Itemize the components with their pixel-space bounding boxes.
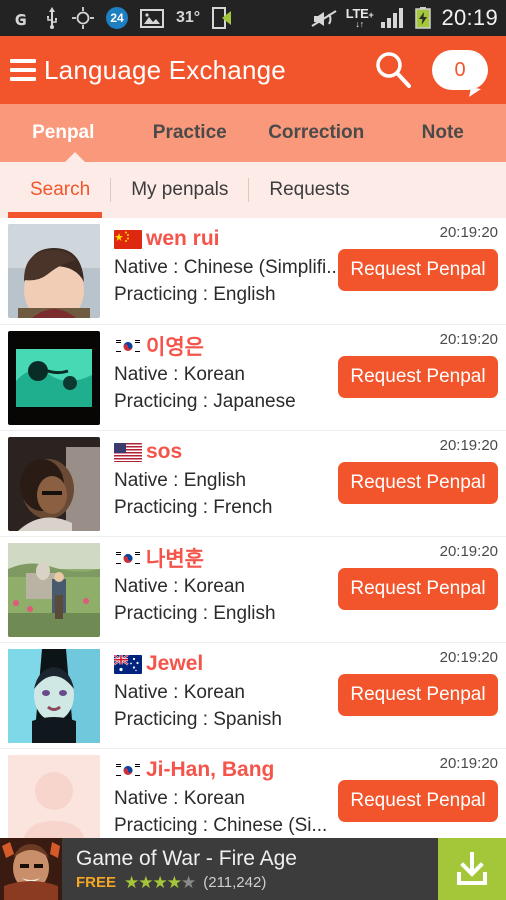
avatar[interactable] bbox=[8, 331, 100, 425]
request-penpal-button[interactable]: Request Penpal bbox=[338, 462, 498, 504]
download-icon[interactable] bbox=[438, 838, 506, 900]
list-item-actions: 20:19:20 Request Penpal bbox=[334, 649, 498, 716]
penpal-name: 나변훈 bbox=[146, 548, 204, 571]
flag-kr-icon bbox=[114, 548, 142, 568]
main-tab-bar: Penpal Practice Correction Note bbox=[0, 104, 506, 163]
lte-plus-icon: LTE+ ↓↑ bbox=[345, 5, 374, 29]
list-item-actions: 20:19:20 Request Penpal bbox=[334, 543, 498, 610]
timestamp: 20:19:20 bbox=[439, 331, 498, 348]
status-clock: 20:19 bbox=[441, 5, 498, 30]
game-of-war-app-icon bbox=[0, 838, 62, 900]
flag-cn-icon bbox=[114, 229, 142, 249]
list-item[interactable]: 나변훈 Native : Korean Practicing : English… bbox=[0, 536, 506, 642]
tab-practice[interactable]: Practice bbox=[127, 122, 254, 144]
list-item-actions: 20:19:20 Request Penpal bbox=[334, 755, 498, 822]
penpal-name: sos bbox=[146, 440, 183, 463]
timestamp: 20:19:20 bbox=[439, 755, 498, 772]
request-penpal-button[interactable]: Request Penpal bbox=[338, 780, 498, 822]
ad-price: FREE bbox=[76, 874, 117, 891]
timestamp: 20:19:20 bbox=[439, 224, 498, 241]
signal-bars-icon bbox=[381, 8, 407, 28]
subtab-search[interactable]: Search bbox=[10, 179, 110, 201]
penpal-name: 이영은 bbox=[146, 336, 204, 359]
vibrate-mute-icon bbox=[310, 8, 338, 28]
temperature-label: 31° bbox=[176, 9, 201, 26]
battery-charging-icon bbox=[415, 7, 432, 29]
app-root: ɢ 24 31° LTE+ ↓↑ 20:19 Language Exchange… bbox=[0, 0, 506, 900]
tab-penpal[interactable]: Penpal bbox=[0, 122, 127, 144]
badge-24-icon: 24 bbox=[106, 7, 128, 29]
avatar[interactable] bbox=[8, 755, 100, 849]
app-bar: Language Exchange 0 bbox=[0, 36, 506, 104]
tab-correction[interactable]: Correction bbox=[253, 122, 380, 144]
ad-subtitle: FREE ★★★★★ (211,242) bbox=[76, 873, 438, 893]
ad-rating-count: (211,242) bbox=[203, 874, 267, 891]
list-item[interactable]: Jewel Native : Korean Practicing : Spani… bbox=[0, 642, 506, 748]
tab-note[interactable]: Note bbox=[380, 122, 506, 144]
penpal-list[interactable]: wen rui Native : Chinese (Simplifi... Pr… bbox=[0, 218, 506, 900]
list-item-actions: 20:19:20 Request Penpal bbox=[334, 331, 498, 398]
list-item[interactable]: 이영은 Native : Korean Practicing : Japanes… bbox=[0, 324, 506, 430]
timestamp: 20:19:20 bbox=[439, 543, 498, 560]
message-bubble-icon[interactable]: 0 bbox=[432, 50, 488, 90]
avatar[interactable] bbox=[8, 224, 100, 318]
usb-icon bbox=[44, 7, 60, 29]
request-penpal-button[interactable]: Request Penpal bbox=[338, 249, 498, 291]
hamburger-menu-icon[interactable] bbox=[10, 59, 36, 81]
flag-us-icon bbox=[114, 442, 142, 462]
page-title: Language Exchange bbox=[44, 54, 286, 85]
list-item-actions: 20:19:20 Request Penpal bbox=[334, 224, 498, 291]
screen-share-icon bbox=[212, 7, 232, 29]
status-bar: ɢ 24 31° LTE+ ↓↑ 20:19 bbox=[0, 0, 506, 36]
request-penpal-button[interactable]: Request Penpal bbox=[338, 674, 498, 716]
request-penpal-button[interactable]: Request Penpal bbox=[338, 568, 498, 610]
status-bar-right: LTE+ ↓↑ 20:19 bbox=[310, 5, 498, 31]
subtab-my-penpals[interactable]: My penpals bbox=[111, 179, 248, 201]
ad-text: Game of War - Fire Age FREE ★★★★★ (211,2… bbox=[62, 846, 438, 893]
flag-kr-icon bbox=[114, 760, 142, 780]
gallery-image-icon bbox=[140, 8, 164, 28]
list-item[interactable]: wen rui Native : Chinese (Simplifi... Pr… bbox=[0, 218, 506, 324]
status-bar-left: ɢ 24 31° bbox=[10, 7, 310, 29]
avatar[interactable] bbox=[8, 437, 100, 531]
ad-banner[interactable]: Game of War - Fire Age FREE ★★★★★ (211,2… bbox=[0, 838, 506, 900]
penpal-name: Ji-Han, Bang bbox=[146, 758, 275, 781]
timestamp: 20:19:20 bbox=[439, 437, 498, 454]
flag-kr-icon bbox=[114, 336, 142, 356]
timestamp: 20:19:20 bbox=[439, 649, 498, 666]
ad-title: Game of War - Fire Age bbox=[76, 846, 297, 870]
request-penpal-button[interactable]: Request Penpal bbox=[338, 356, 498, 398]
list-item-actions: 20:19:20 Request Penpal bbox=[334, 437, 498, 504]
ad-rating-stars: ★★★★★ bbox=[124, 872, 196, 892]
sub-tab-bar: Search My penpals Requests bbox=[0, 162, 506, 218]
penpal-name: Jewel bbox=[146, 652, 204, 675]
list-item[interactable]: sos Native : English Practicing : French… bbox=[0, 430, 506, 536]
message-count-badge: 0 bbox=[432, 50, 488, 90]
penpal-name: wen rui bbox=[146, 227, 220, 250]
gps-crosshair-icon bbox=[72, 7, 94, 29]
flag-au-icon bbox=[114, 654, 142, 674]
g-logo-icon: ɢ bbox=[14, 6, 28, 30]
subtab-requests[interactable]: Requests bbox=[249, 179, 369, 201]
avatar[interactable] bbox=[8, 649, 100, 743]
avatar[interactable] bbox=[8, 543, 100, 637]
search-icon[interactable] bbox=[372, 49, 414, 91]
